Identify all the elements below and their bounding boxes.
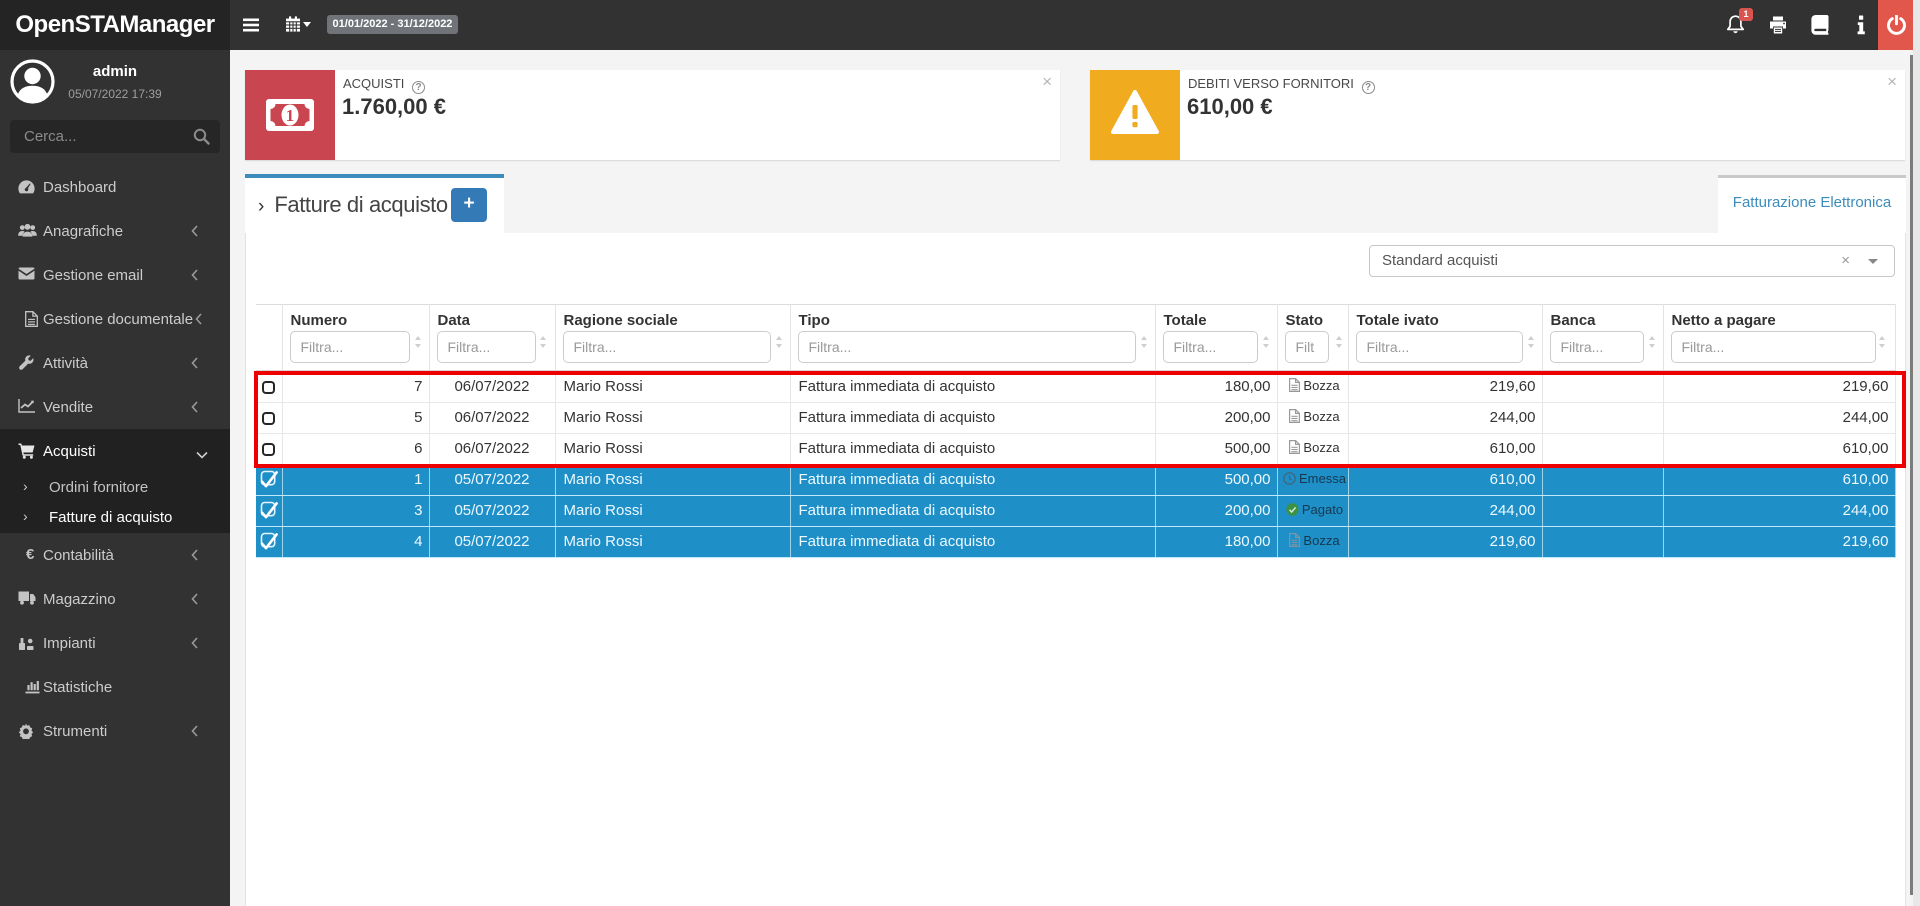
svg-text:1: 1 <box>286 106 295 125</box>
